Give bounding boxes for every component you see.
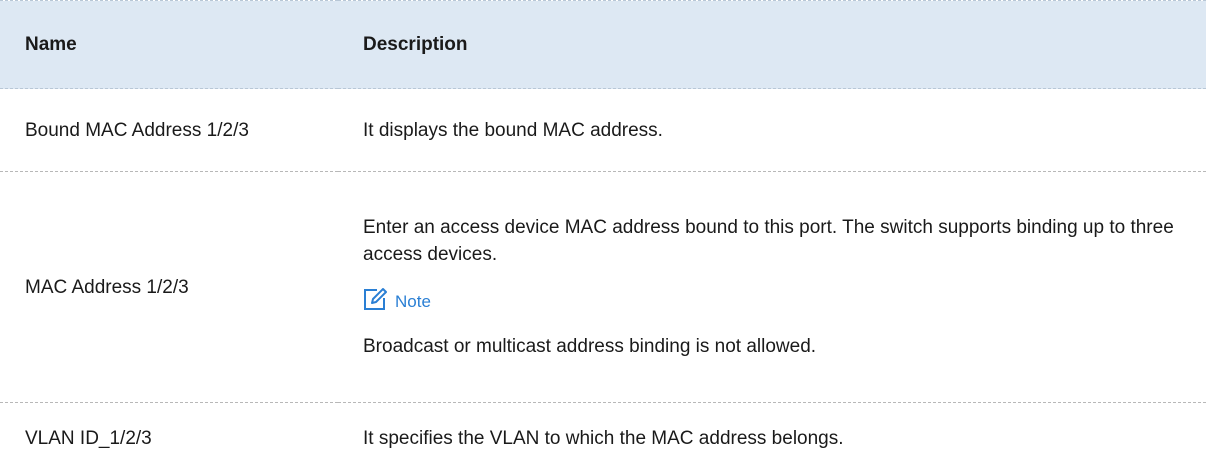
note-text: Broadcast or multicast address binding i… bbox=[363, 336, 817, 357]
param-description-cell: Enter an access device MAC address bound… bbox=[338, 171, 1206, 403]
parameter-table: Name Description Bound MAC Address 1/2/3… bbox=[0, 0, 1206, 474]
header-description: Description bbox=[338, 0, 1206, 89]
note-label: Note bbox=[395, 292, 431, 311]
note-edit-icon bbox=[363, 287, 389, 311]
header-name: Name bbox=[0, 0, 338, 89]
param-name: MAC Address 1/2/3 bbox=[0, 171, 338, 403]
note-callout: Note bbox=[363, 282, 1206, 315]
header-row: Name Description bbox=[0, 0, 1206, 89]
param-name: VLAN ID_1/2/3 bbox=[25, 427, 152, 449]
param-description: It displays the bound MAC address. bbox=[338, 88, 1206, 172]
table-row: MAC Address 1/2/3 Enter an access device… bbox=[0, 171, 1206, 403]
table-row: Bound MAC Address 1/2/3 It displays the … bbox=[0, 88, 1206, 172]
param-description: Enter an access device MAC address bound… bbox=[363, 217, 1174, 265]
param-name: Bound MAC Address 1/2/3 bbox=[0, 88, 338, 172]
table-header: Name Description bbox=[0, 0, 1206, 89]
param-description: It specifies the VLAN to which the MAC a… bbox=[363, 427, 844, 449]
table-row: VLAN ID_1/2/3 It specifies the VLAN to w… bbox=[0, 403, 1206, 474]
